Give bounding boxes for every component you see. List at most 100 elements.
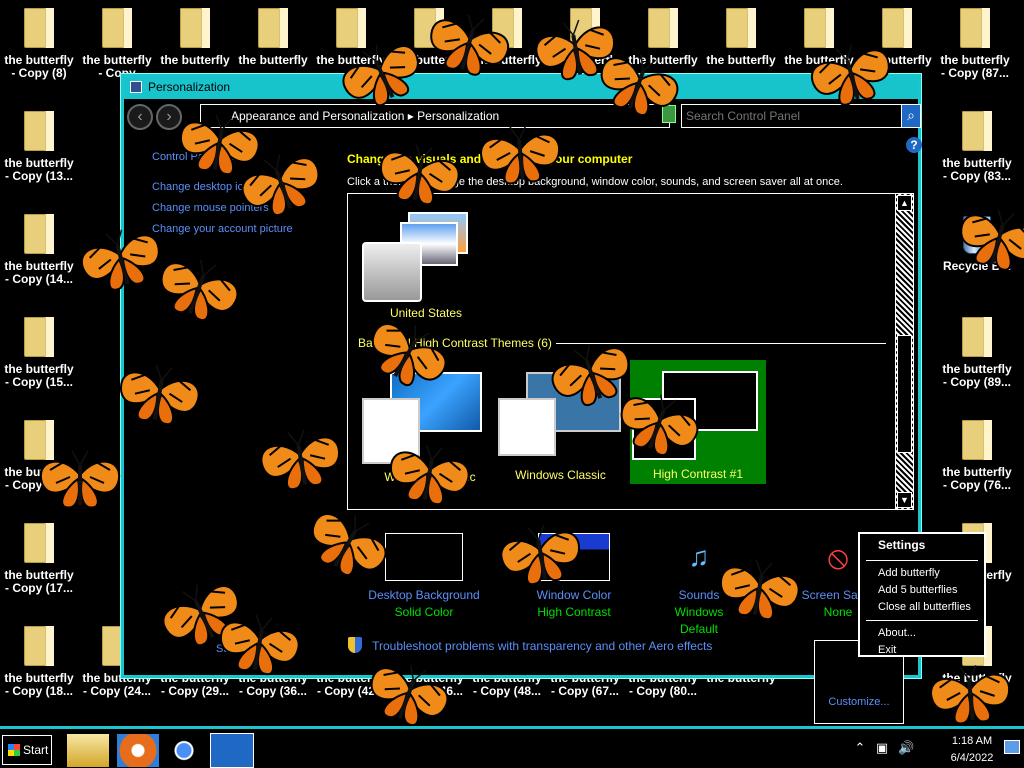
page-title: Change the visuals and sounds on your co… xyxy=(347,152,633,166)
menu-exit[interactable]: Exit xyxy=(860,642,984,659)
sounds-setting[interactable]: ♫ Sounds Windows Default xyxy=(654,533,744,638)
menu-header: Settings xyxy=(878,538,926,552)
start-button[interactable]: Start xyxy=(2,735,52,765)
butterfly-context-menu[interactable]: Settings Add butterfly Add 5 butterflies… xyxy=(858,532,986,657)
themes-list[interactable]: United States Basic and High Contrast Th… xyxy=(347,193,914,510)
sidebar-item-change-desktop-icons[interactable]: Change desktop icons xyxy=(152,177,302,198)
butterfly-folder-icon[interactable]: the butterfly - Copy (87... xyxy=(936,0,1014,100)
recycle-bin-icon xyxy=(963,216,991,254)
address-bar: ‹ › Appearance and Personalization ▸ Per… xyxy=(124,99,921,131)
folder-icon xyxy=(24,111,54,151)
theme-settings-row: Desktop Background Solid Color Window Co… xyxy=(124,527,924,636)
refresh-button[interactable] xyxy=(662,105,676,123)
butterfly-folder-icon[interactable]: the butterfly - Copy (17... xyxy=(0,515,78,615)
speaker-icon[interactable]: 🔊 xyxy=(898,740,914,756)
page-subtitle: Click a theme to change the desktop back… xyxy=(347,176,843,188)
back-button[interactable]: ‹ xyxy=(127,104,153,130)
desktop-icon-label: the butterfly - Copy (18... xyxy=(4,671,74,698)
search-icon[interactable]: ⌕ xyxy=(901,104,921,128)
theme-united-states[interactable]: United States xyxy=(362,212,490,324)
sidebar-item-start-menu[interactable]: Start Menu xyxy=(216,643,270,655)
themes-scrollbar[interactable]: ▲ ▼ xyxy=(895,194,913,509)
theme-label: Windows 7 Basic xyxy=(384,470,476,484)
desktop-background-preview xyxy=(385,533,463,581)
theme-windows-classic[interactable]: Windows Classic xyxy=(498,370,623,482)
folder-icon xyxy=(24,420,54,460)
scroll-thumb[interactable] xyxy=(897,335,912,453)
desktop-icon-label: the butterfly xyxy=(784,53,854,67)
taskbar: Start ⌃ ▣ 🔊 1:18 AM 6/4/2022 xyxy=(0,726,1024,768)
network-icon[interactable]: ▣ xyxy=(874,740,890,756)
butterfly-folder-icon[interactable]: the butterfly - Copy (15... xyxy=(0,309,78,409)
chrome-icon[interactable] xyxy=(162,733,206,768)
folder-icon xyxy=(24,626,54,666)
menu-separator xyxy=(866,560,978,561)
butterfly-folder-icon[interactable]: the butterfly - Copy (16... xyxy=(0,412,78,512)
screen-saver-icon: ⦸ xyxy=(827,539,849,575)
sidebar-item-change-mouse-pointers[interactable]: Change mouse pointers xyxy=(152,198,302,219)
start-label: Start xyxy=(23,743,49,757)
sidebar-item-change-account-picture[interactable]: Change your account picture xyxy=(152,219,302,240)
folder-icon xyxy=(962,317,992,357)
menu-add-5-butterflies[interactable]: Add 5 butterflies xyxy=(860,582,984,599)
theme-windows-basic[interactable]: Windows 7 Basic xyxy=(362,372,494,484)
menu-about[interactable]: About... xyxy=(860,625,984,642)
forward-button[interactable]: › xyxy=(156,104,182,130)
group-divider xyxy=(556,343,886,344)
desktop-icon-label: the butterfly - Copy (13... xyxy=(4,156,74,183)
scroll-down-button[interactable]: ▼ xyxy=(897,492,912,508)
recycle-bin-icon[interactable]: Recycle Bin xyxy=(938,206,1016,306)
desktop-background-setting[interactable]: Desktop Background Solid Color xyxy=(354,533,494,621)
sidebar: Control Panel Home Change desktop icons … xyxy=(152,147,302,240)
desktop-icon-label: the butterfly xyxy=(238,53,308,67)
window-color-setting[interactable]: Window Color High Contrast xyxy=(514,533,634,621)
butterfly-folder-icon[interactable]: the butterfly - Copy (13... xyxy=(0,103,78,203)
breadcrumb[interactable]: Appearance and Personalization ▸ Persona… xyxy=(200,104,670,128)
butterfly-folder-icon[interactable]: the butterfly - Copy (76... xyxy=(938,412,1016,512)
folder-icon xyxy=(24,523,54,563)
control-panel-taskbar-button[interactable] xyxy=(210,733,254,768)
theme-label: United States xyxy=(389,306,463,320)
butterfly-folder-icon[interactable]: the butterfly - Copy (83... xyxy=(938,103,1016,203)
troubleshoot-link[interactable]: Troubleshoot problems with transparency … xyxy=(348,637,712,653)
folder-icon xyxy=(24,317,54,357)
folder-icon xyxy=(336,8,366,48)
theme-preview xyxy=(632,398,696,460)
folder-icon xyxy=(804,8,834,48)
butterfly-folder-icon[interactable]: the butterfly - Copy (89... xyxy=(938,309,1016,409)
sidebar-item-control-panel-home[interactable]: Control Panel Home xyxy=(152,147,302,168)
desktop-icon-label: the butterfly - Copy (14... xyxy=(4,259,74,286)
scroll-up-button[interactable]: ▲ xyxy=(897,195,912,211)
desktop-icon-label: the butterfly xyxy=(862,53,932,67)
butterfly-folder-icon[interactable]: the butterfly - Copy (14... xyxy=(0,206,78,306)
show-desktop-icon[interactable] xyxy=(1004,740,1020,754)
theme-label: Windows Classic xyxy=(515,468,606,482)
desktop-icon-label: the butterfly xyxy=(472,53,542,67)
desktop-background-value: Solid Color xyxy=(394,605,454,619)
help-icon[interactable]: ? xyxy=(906,137,922,153)
desktop-icon-label: the butterfly - Copy (15... xyxy=(4,362,74,389)
butterfly-folder-icon[interactable]: the butterfly - Copy (8) xyxy=(0,0,78,100)
desktop-icon-label: the butterfly xyxy=(550,53,620,67)
search-input[interactable] xyxy=(681,104,908,128)
theme-high-contrast-1[interactable]: High Contrast #1 xyxy=(630,360,766,484)
menu-add-butterfly[interactable]: Add butterfly xyxy=(860,565,984,582)
file-explorer-icon[interactable] xyxy=(66,733,110,768)
sounds-label: Sounds xyxy=(678,588,720,602)
folder-icon xyxy=(882,8,912,48)
group-title: Basic and High Contrast Themes (6) xyxy=(358,336,552,350)
window-titlebar[interactable]: Personalization xyxy=(124,77,918,99)
folder-icon xyxy=(962,111,992,151)
butterfly-folder-icon[interactable]: the butterfly - Copy (18... xyxy=(0,618,78,718)
desktop-icon-label: the butterfly - Copy (8) xyxy=(4,53,74,80)
personalization-window[interactable]: Personalization ‹ › Appearance and Perso… xyxy=(121,74,924,678)
desktop-icon-label: the butterfly xyxy=(160,53,230,67)
desktop-icon-label: the butterfly - Copy (16... xyxy=(4,465,74,492)
troubleshoot-label: Troubleshoot problems with transparency … xyxy=(372,639,713,653)
menu-close-all-butterflies[interactable]: Close all butterflies xyxy=(860,599,984,616)
clock[interactable]: 1:18 AM 6/4/2022 xyxy=(932,733,1012,767)
desktop-icon-label: the butterfly - Copy (76... xyxy=(942,465,1012,492)
media-player-icon[interactable] xyxy=(116,733,160,768)
folder-icon xyxy=(180,8,210,48)
chevron-up-icon[interactable]: ⌃ xyxy=(852,740,868,756)
